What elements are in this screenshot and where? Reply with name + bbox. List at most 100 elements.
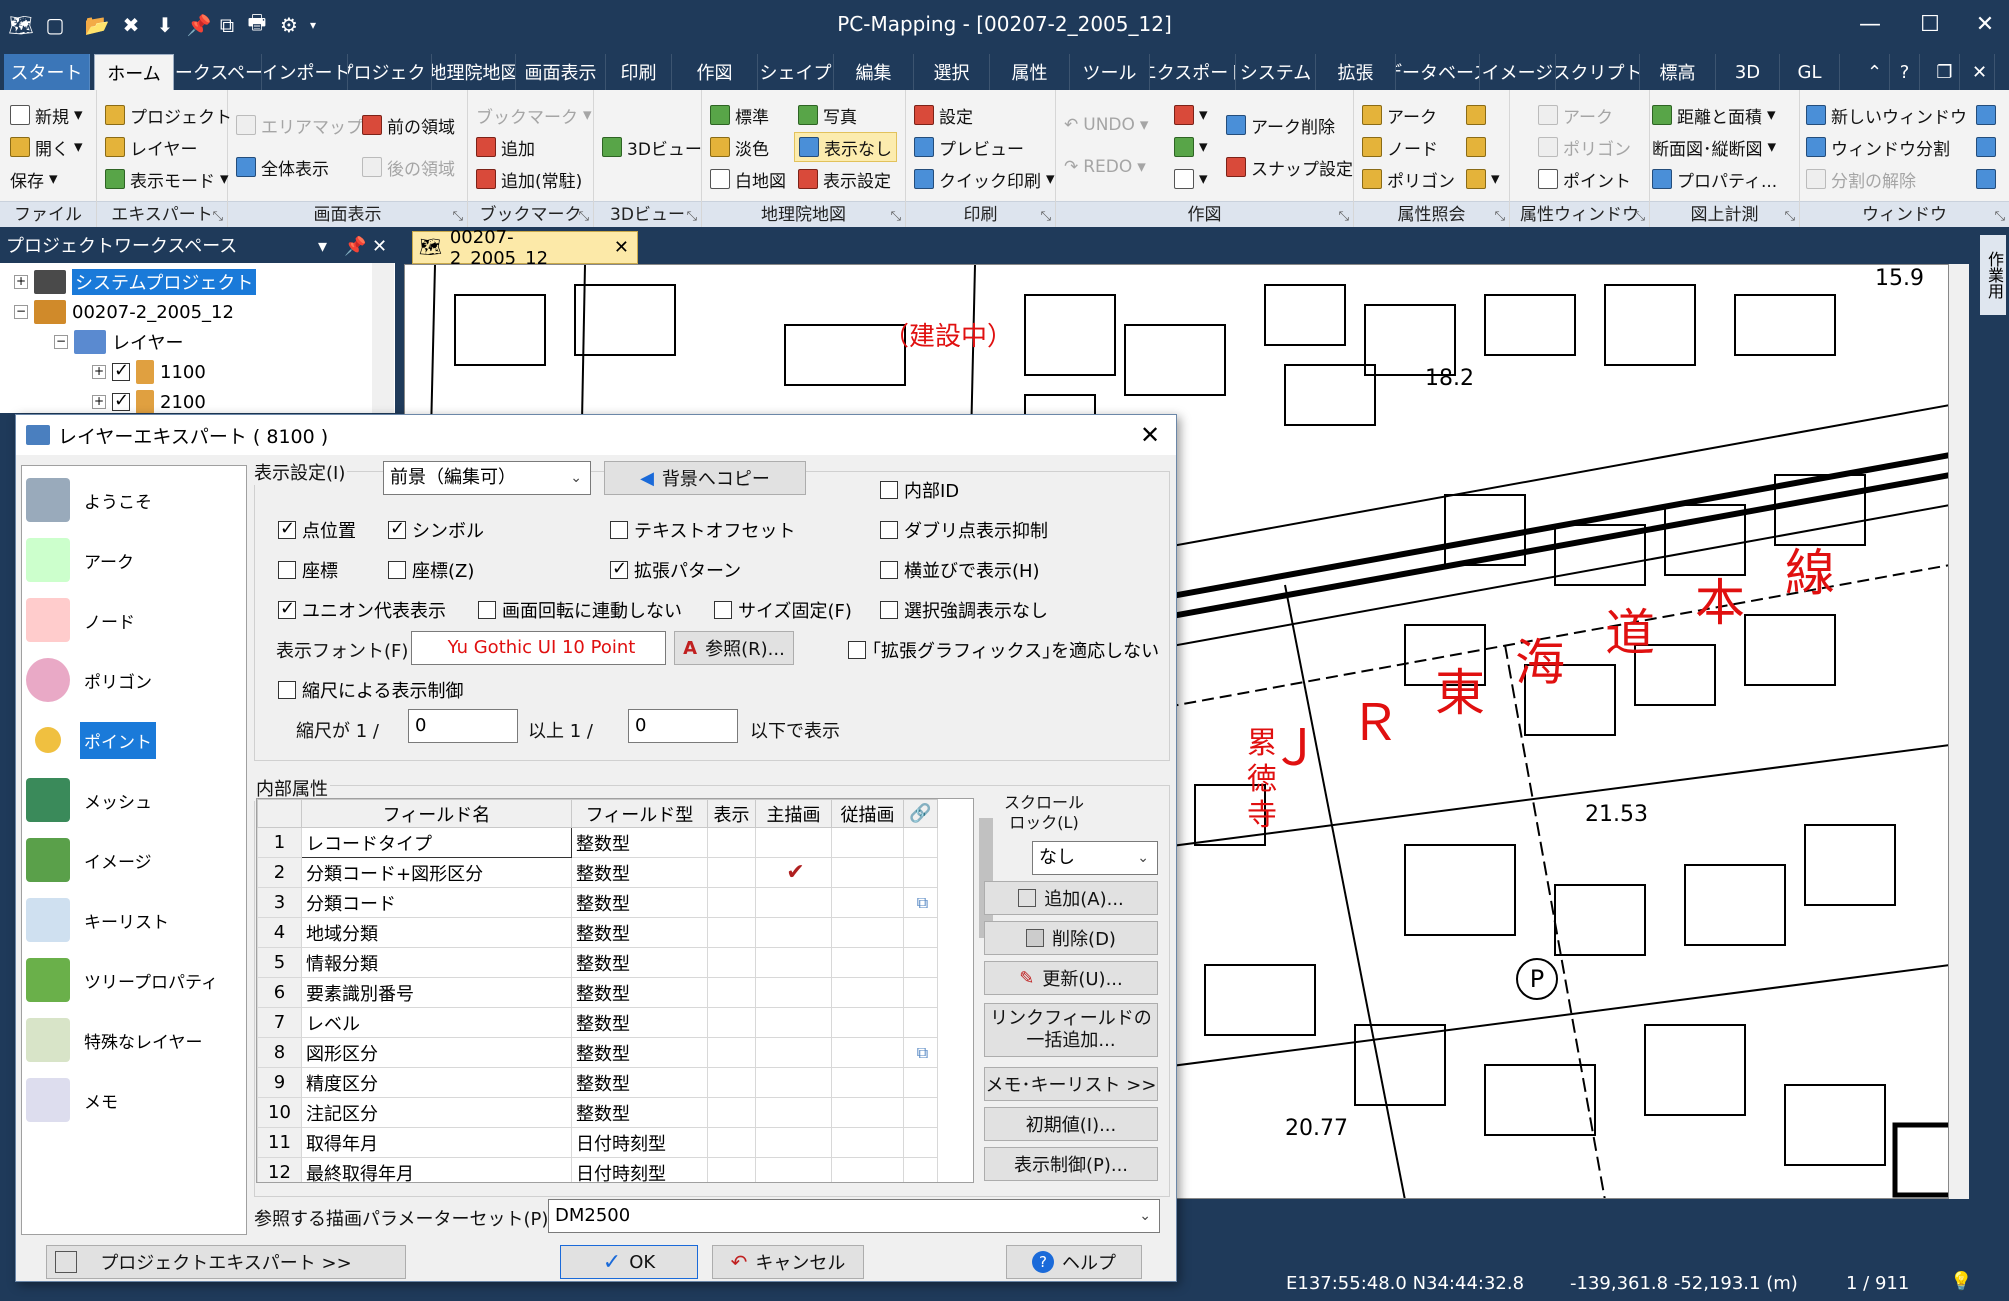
area-map-button[interactable]: エリアマップ — [236, 110, 363, 140]
prev-area-button[interactable]: 前の領域 — [362, 110, 455, 140]
workspace-close-icon[interactable]: ✕ — [372, 231, 387, 263]
window-cascade-button[interactable] — [1976, 100, 1996, 130]
field-name-cell[interactable]: 地域分類 — [301, 917, 572, 948]
quick-print-button[interactable]: クイック印刷 ▾ — [914, 164, 1055, 194]
display-cell[interactable] — [707, 1157, 756, 1182]
display-cell[interactable] — [707, 887, 756, 918]
memo-keylist-button[interactable]: メモ･キーリスト >> — [984, 1067, 1158, 1101]
main-draw-cell[interactable] — [755, 947, 832, 978]
sub-draw-cell[interactable] — [831, 1007, 904, 1038]
copy-to-background-button[interactable]: ◀ 背景へコピー — [604, 461, 806, 495]
link-cell[interactable] — [903, 1097, 938, 1128]
expand-icon[interactable]: + — [92, 365, 106, 379]
sub-draw-cell[interactable] — [831, 1157, 904, 1182]
open-button[interactable]: 開く ▾ — [10, 132, 83, 162]
table-row[interactable]: 7 レベル 整数型 — [257, 1007, 938, 1038]
row-number[interactable]: 12 — [257, 1157, 302, 1182]
tab-database[interactable]: データベース — [1396, 54, 1480, 90]
full-view-button[interactable]: 全体表示 — [236, 152, 329, 182]
tab-start[interactable]: スタート — [4, 54, 90, 90]
work-panel-tab[interactable]: 作業用 — [1980, 235, 2006, 315]
grid-scroll-thumb[interactable] — [979, 818, 993, 938]
expand-icon[interactable]: + — [14, 275, 28, 289]
no-ext-graphics-checkbox[interactable]: ｢拡張グラフィックス｣を適応しない — [848, 637, 1159, 663]
draw-point-tool[interactable]: ▾ — [1174, 164, 1208, 194]
section-button[interactable]: 断面図･縦断図 ▾ — [1652, 132, 1776, 162]
nav-mesh[interactable]: メッシュ — [26, 770, 242, 830]
arc-delete-button[interactable]: アーク削除 — [1226, 110, 1335, 140]
col-field-name[interactable]: フィールド名 — [301, 799, 572, 828]
sub-draw-cell[interactable] — [831, 977, 904, 1008]
field-name-cell[interactable]: 最終取得年月 — [301, 1157, 572, 1182]
scale-max-input[interactable]: 0 — [628, 709, 738, 743]
tab-draw[interactable]: 作図 — [672, 54, 758, 90]
link-cell[interactable] — [903, 977, 938, 1008]
table-row[interactable]: 5 情報分類 整数型 — [257, 947, 938, 978]
snap-settings-button[interactable]: スナップ設定 — [1226, 152, 1353, 182]
field-name-cell[interactable]: 分類コード — [301, 887, 572, 918]
point-position-checkbox[interactable]: 点位置 — [278, 517, 356, 543]
tab-3d[interactable]: 3D — [1716, 54, 1780, 90]
row-number[interactable]: 10 — [257, 1097, 302, 1128]
field-name-cell[interactable]: 情報分類 — [301, 947, 572, 978]
query-arc-button[interactable]: アーク — [1362, 100, 1437, 130]
update-field-button[interactable]: ✎ 更新(U)... — [984, 961, 1158, 995]
no-rotate-checkbox[interactable]: 画面回転に連動しない — [478, 597, 682, 623]
pin-icon[interactable]: 📌 — [344, 231, 366, 263]
new-button[interactable]: 新規 ▾ — [10, 100, 83, 130]
nav-tree-property[interactable]: ツリープロパティ — [26, 950, 242, 1010]
field-name-cell[interactable]: 要素識別番号 — [301, 977, 572, 1008]
field-type-cell[interactable]: 整数型 — [571, 947, 708, 978]
display-mode-button[interactable]: 表示モード ▾ — [105, 164, 229, 194]
duplicate-suppress-checkbox[interactable]: ダブリ点表示抑制 — [880, 517, 1048, 543]
row-number[interactable]: 1 — [257, 827, 302, 858]
tree-item-layer-1100[interactable]: + 1100 — [92, 357, 206, 387]
main-draw-cell[interactable] — [755, 887, 832, 918]
sub-draw-cell[interactable] — [831, 1127, 904, 1158]
field-name-cell[interactable]: 注記区分 — [301, 1097, 572, 1128]
table-row[interactable]: 9 精度区分 整数型 — [257, 1067, 938, 1098]
sub-draw-cell[interactable] — [831, 887, 904, 918]
col-link-icon[interactable]: 🔗 — [903, 799, 938, 828]
field-type-cell[interactable]: 整数型 — [571, 827, 708, 858]
tree-item-project[interactable]: − 00207-2_2005_12 — [14, 297, 234, 327]
link-cell[interactable]: ⧉ — [903, 1037, 938, 1068]
document-tab[interactable]: 🗺 00207-2_2005_12 ✕ — [412, 227, 638, 269]
collapse-icon[interactable]: − — [14, 305, 28, 319]
query-node-button[interactable]: ノード — [1362, 132, 1438, 162]
tab-gl[interactable]: GL — [1780, 54, 1840, 90]
nav-polygon[interactable]: ポリゴン — [26, 650, 242, 710]
scale-control-checkbox[interactable]: 縮尺による表示制御 — [278, 677, 463, 703]
cancel-button[interactable]: ↶ キャンセル — [712, 1245, 864, 1279]
lightbulb-icon[interactable]: 💡 — [1950, 1271, 1972, 1292]
print-settings-button[interactable]: 設定 — [914, 100, 973, 130]
tab-project[interactable]: プロジェクト — [348, 54, 432, 90]
row-number[interactable]: 4 — [257, 917, 302, 948]
gsi-settings-button[interactable]: 表示設定 — [798, 164, 891, 194]
sub-draw-cell[interactable] — [831, 1067, 904, 1098]
link-cell[interactable] — [903, 917, 938, 948]
link-cell[interactable] — [903, 1007, 938, 1038]
sub-draw-cell[interactable] — [831, 1097, 904, 1128]
nav-image[interactable]: イメージ — [26, 830, 242, 890]
link-cell[interactable]: ⧉ — [903, 887, 938, 918]
field-type-cell[interactable]: 日付時刻型 — [571, 1157, 708, 1182]
table-row[interactable]: 12 最終取得年月 日付時刻型 — [257, 1157, 938, 1182]
close-doc-icon[interactable]: ✕ — [1965, 54, 1995, 90]
bookmark-add-resident-button[interactable]: 追加(常駐) — [476, 164, 582, 194]
collapse-ribbon-icon[interactable]: ⌃ — [1860, 54, 1890, 90]
fixed-size-checkbox[interactable]: サイズ固定(F) — [714, 597, 852, 623]
minimize-button[interactable]: — — [1840, 0, 1900, 48]
main-draw-cell[interactable] — [755, 917, 832, 948]
help-button[interactable]: ? ヘルプ — [1006, 1245, 1142, 1279]
table-row[interactable]: 6 要素識別番号 整数型 — [257, 977, 938, 1008]
link-field-bulk-button[interactable]: リンクフィールドの 一括追加... — [984, 1003, 1158, 1057]
row-number[interactable]: 8 — [257, 1037, 302, 1068]
delete-field-button[interactable]: 削除(D) — [984, 921, 1158, 955]
tab-print[interactable]: 印刷 — [606, 54, 672, 90]
display-cell[interactable] — [707, 857, 756, 888]
main-draw-cell[interactable] — [755, 1127, 832, 1158]
display-cell[interactable] — [707, 1037, 756, 1068]
coord-z-checkbox[interactable]: 座標(Z) — [388, 557, 474, 583]
table-row[interactable]: 8 図形区分 整数型 ⧉ — [257, 1037, 938, 1068]
